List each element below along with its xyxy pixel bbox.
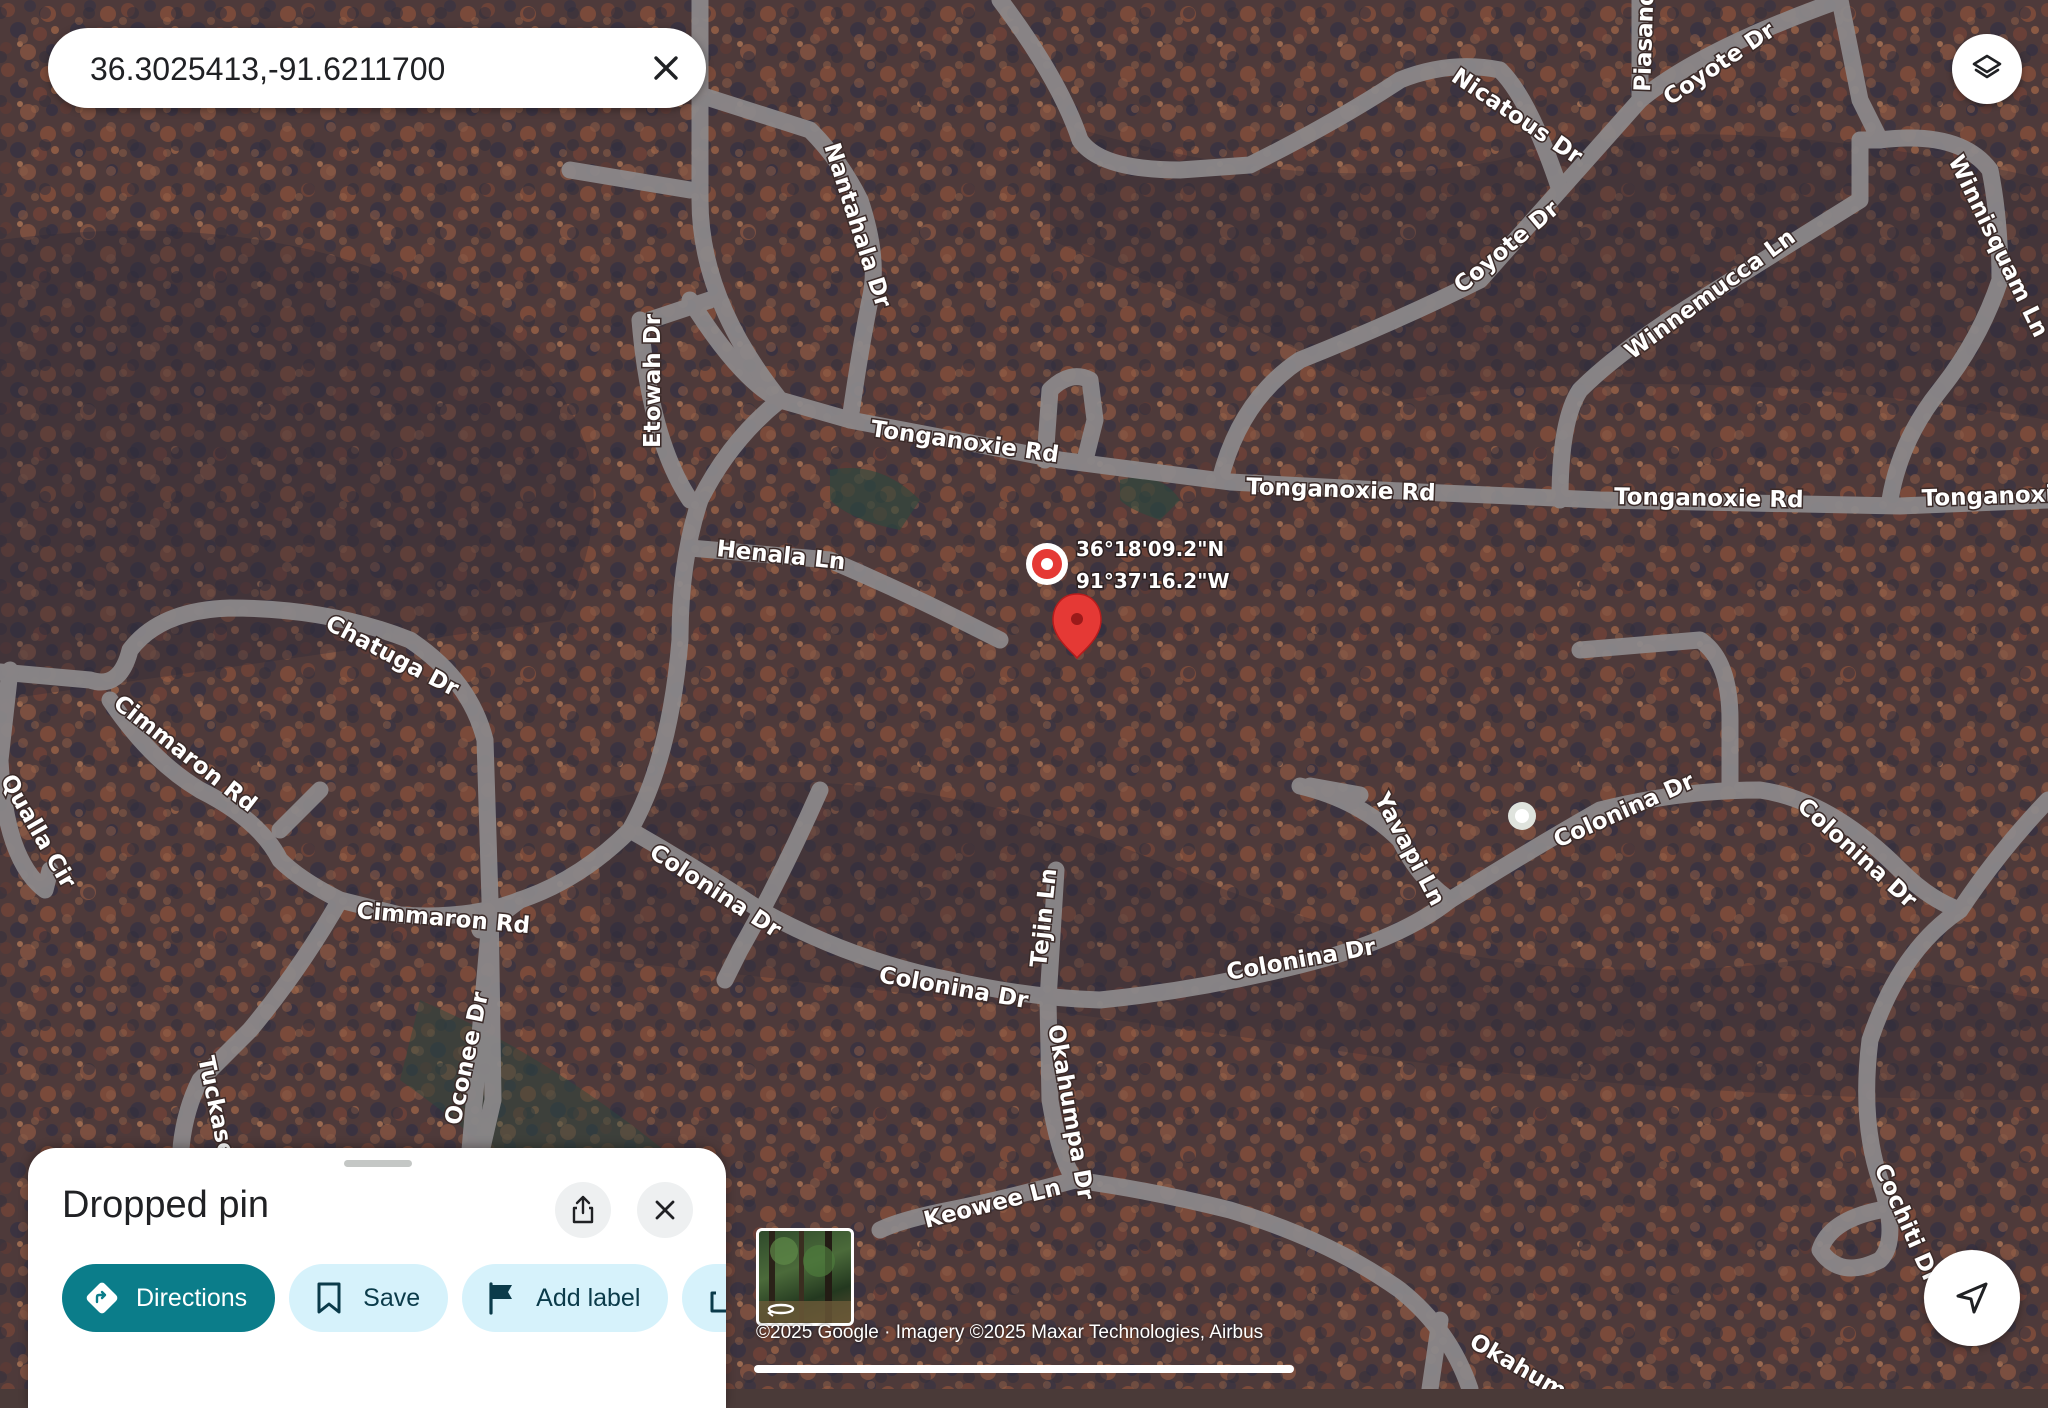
place-sheet: Dropped pin Directions Save Add label bbox=[28, 1148, 726, 1408]
save-label: Save bbox=[363, 1283, 421, 1312]
home-indicator[interactable] bbox=[754, 1365, 1294, 1373]
search-bar bbox=[48, 28, 706, 110]
marker-latitude: 36°18'09.2"N bbox=[1076, 537, 1224, 561]
flag-icon bbox=[484, 1280, 520, 1316]
share-button[interactable] bbox=[555, 1182, 611, 1238]
sheet-drag-handle[interactable] bbox=[344, 1160, 412, 1167]
road-label: Tonganoxie bbox=[1921, 481, 2048, 512]
location-marker-icon[interactable] bbox=[1026, 543, 1068, 585]
sheet-title: Dropped pin bbox=[62, 1184, 270, 1226]
action-chips: Directions Save Add label bbox=[62, 1264, 726, 1334]
add-label-label: Add label bbox=[536, 1283, 641, 1312]
navigation-arrow-icon bbox=[1956, 1282, 1988, 1314]
navigate-button[interactable] bbox=[1924, 1250, 2020, 1346]
layers-button[interactable] bbox=[1952, 34, 2022, 104]
street-view-thumbnail[interactable] bbox=[756, 1228, 854, 1326]
marker-longitude: 91°37'16.2"W bbox=[1076, 569, 1230, 593]
bookmark-icon bbox=[311, 1280, 347, 1316]
close-icon bbox=[655, 1200, 675, 1220]
road-label: Piasano bbox=[1630, 0, 1660, 92]
map-attribution: ©2025 Google · Imagery ©2025 Maxar Techn… bbox=[756, 1322, 1264, 1343]
close-sheet-button[interactable] bbox=[637, 1182, 693, 1238]
clear-search-button[interactable] bbox=[644, 46, 688, 90]
directions-icon bbox=[84, 1280, 120, 1316]
close-icon bbox=[654, 56, 678, 80]
save-button[interactable]: Save bbox=[289, 1264, 449, 1332]
add-label-button[interactable]: Add label bbox=[462, 1264, 669, 1332]
layers-icon bbox=[1972, 54, 2002, 79]
water-tower bbox=[1508, 802, 1536, 830]
search-input[interactable] bbox=[88, 28, 632, 110]
more-action-button[interactable] bbox=[682, 1264, 726, 1332]
share-icon bbox=[704, 1280, 726, 1316]
share-icon bbox=[572, 1195, 594, 1224]
directions-button[interactable]: Directions bbox=[62, 1264, 276, 1332]
layers-button-area bbox=[1952, 34, 2048, 104]
directions-label: Directions bbox=[136, 1283, 248, 1312]
road-label: Etowah Dr bbox=[640, 313, 666, 448]
road-label: Tonganoxie Rd bbox=[1614, 484, 1804, 513]
